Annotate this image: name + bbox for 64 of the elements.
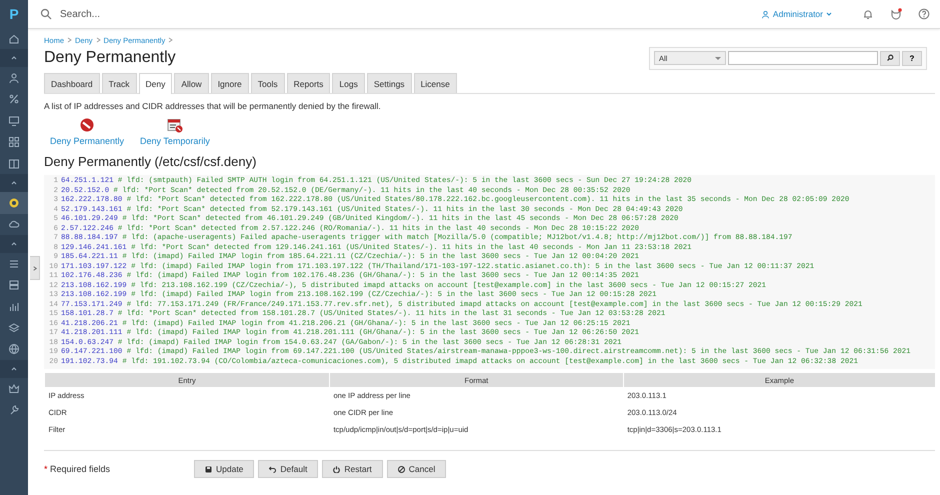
form-button[interactable]: Cancel [386, 460, 446, 478]
tab[interactable]: Allow [174, 73, 209, 93]
wrench-icon [8, 404, 20, 416]
cloud-icon [8, 218, 20, 230]
layers-icon [8, 322, 20, 334]
action-link[interactable]: Deny Temporarily [140, 117, 210, 146]
tab[interactable]: License [414, 73, 457, 93]
grid-icon [8, 136, 20, 148]
search-field[interactable]: Search... [58, 8, 262, 20]
help-button[interactable]: ? [902, 50, 922, 66]
tab[interactable]: Ignore [210, 73, 249, 93]
user-menu[interactable]: Administrator [760, 9, 832, 19]
section-toggle[interactable] [0, 174, 28, 192]
tab[interactable]: Settings [366, 73, 412, 93]
calendar-icon [166, 117, 183, 133]
section-toggle[interactable] [0, 49, 28, 68]
caret-down-icon [715, 56, 721, 60]
section-heading: Deny Permanently (/etc/csf/csf.deny) [44, 154, 258, 169]
power-icon [333, 466, 340, 472]
monitor-icon [8, 114, 20, 127]
section-toggle[interactable] [0, 235, 28, 254]
chevron-right-icon [168, 37, 174, 43]
page-title: Deny Permanently [44, 49, 176, 67]
tab[interactable]: Dashboard [44, 73, 100, 93]
chevron-right-icon [96, 37, 101, 43]
tab[interactable]: Tools [250, 73, 285, 93]
chevron-right-icon [32, 264, 38, 272]
bar-chart-icon [8, 300, 20, 313]
notifications-icon[interactable] [890, 8, 902, 20]
search-button[interactable] [880, 50, 900, 66]
chevron-right-icon [67, 37, 72, 43]
form-button[interactable]: Default [258, 460, 318, 478]
collapse-handle[interactable] [30, 256, 40, 280]
user-icon [760, 10, 770, 18]
search-icon [40, 8, 52, 20]
sidebar-item[interactable] [0, 192, 28, 214]
section-toggle[interactable] [0, 360, 28, 378]
tab[interactable]: Deny [138, 73, 172, 94]
required-note: * Required fields [44, 464, 112, 474]
caret-down-icon [826, 11, 832, 17]
cancel-icon [398, 466, 405, 472]
description-text: A list of IP addresses and CIDR addresses that will be permanently denied by the firewall. [44, 101, 382, 111]
no-entry-icon [79, 117, 96, 133]
user-icon [8, 72, 20, 84]
book-icon [8, 158, 20, 170]
home-icon [8, 32, 20, 45]
form-button[interactable]: Restart [322, 460, 383, 478]
form-button[interactable]: Update [194, 460, 254, 478]
search-icon [886, 54, 894, 62]
tab[interactable]: Track [102, 73, 137, 93]
percent-icon [8, 93, 20, 106]
action-link[interactable]: Deny Permanently [50, 117, 124, 146]
help-icon[interactable] [918, 8, 930, 20]
globe-icon [8, 343, 20, 356]
list-icon [8, 258, 20, 270]
filter-input[interactable] [728, 51, 878, 65]
tab[interactable]: Reports [286, 73, 330, 93]
crown-icon [8, 382, 20, 395]
tab[interactable]: Logs [332, 73, 365, 93]
server-icon [8, 279, 20, 292]
undo-icon [269, 466, 276, 472]
app-logo[interactable]: P [0, 0, 28, 28]
save-icon [205, 466, 212, 472]
bell-icon[interactable] [862, 8, 874, 20]
